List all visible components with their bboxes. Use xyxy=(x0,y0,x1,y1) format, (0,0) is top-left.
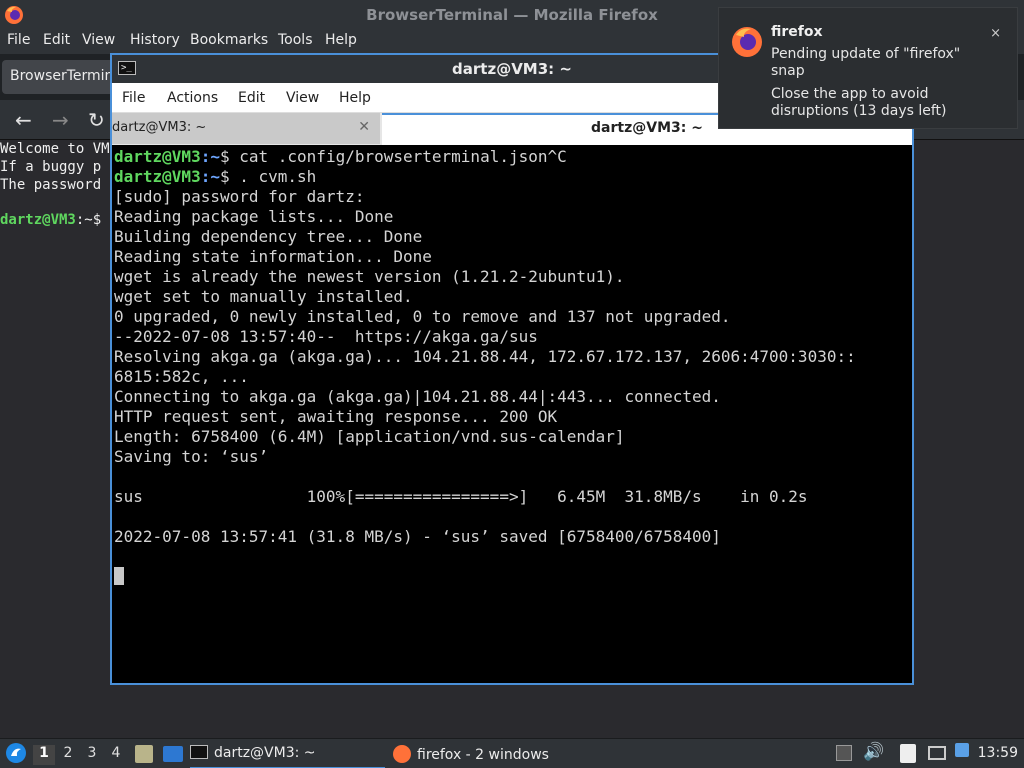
output-line: Connecting to akga.ga (akga.ga)|104.21.8… xyxy=(114,387,721,406)
menu-file[interactable]: File xyxy=(7,32,30,48)
output-line: HTTP request sent, awaiting response... … xyxy=(114,407,558,426)
output-line: --2022-07-08 13:57:40-- https://akga.ga/… xyxy=(114,327,538,346)
clock[interactable]: 13:59 xyxy=(978,745,1018,761)
output-line: 2022-07-08 13:57:41 (31.8 MB/s) - ‘sus’ … xyxy=(114,527,721,546)
prompt-user: dartz@VM3 xyxy=(114,147,201,166)
task-label: dartz@VM3: ~ xyxy=(214,745,316,761)
terminal-window[interactable]: >_ dartz@VM3: ~ File Actions Edit View H… xyxy=(110,53,914,685)
back-icon[interactable]: ← xyxy=(15,108,32,132)
workspace-1[interactable]: 1 xyxy=(33,745,55,765)
network-icon[interactable] xyxy=(928,746,946,760)
tab-close-icon[interactable]: ✕ xyxy=(358,119,370,135)
prompt-dollar: $ xyxy=(219,167,230,186)
terminal-tab-label: dartz@VM3: ~ xyxy=(112,120,207,135)
notification-line: Pending update of "firefox" xyxy=(771,46,961,62)
output-line: Building dependency tree... Done xyxy=(114,227,423,246)
output-line: wget is already the newest version (1.21… xyxy=(114,267,625,286)
start-menu-icon[interactable] xyxy=(5,742,27,764)
terminal-tab-1[interactable]: dartz@VM3: ~ ✕ xyxy=(112,113,380,144)
notification-line: snap xyxy=(771,63,805,79)
terminal-icon xyxy=(190,745,208,759)
output-line: [sudo] password for dartz: xyxy=(114,187,365,206)
file-manager-icon[interactable] xyxy=(135,745,153,763)
output-line: 6815:582c, ... xyxy=(114,367,249,386)
command-line: dartz@VM3:~$ cat .config/browserterminal… xyxy=(114,147,910,167)
notification-close-icon[interactable]: × xyxy=(990,26,1001,41)
volume-icon[interactable]: 🔊 xyxy=(863,742,884,762)
reload-icon[interactable]: ↻ xyxy=(88,108,105,132)
task-firefox[interactable]: firefox - 2 windows xyxy=(393,739,593,768)
task-terminal[interactable]: dartz@VM3: ~ xyxy=(190,739,385,768)
prompt-user: dartz@VM3 xyxy=(114,167,201,186)
notification-line: Close the app to avoid xyxy=(771,86,929,102)
term-menu-actions[interactable]: Actions xyxy=(167,90,218,106)
page-text: Welcome to VM If a buggy p The password xyxy=(0,140,110,194)
page-prompt-user: dartz@VM3 xyxy=(0,212,76,228)
terminal-tab-label: dartz@VM3: ~ xyxy=(591,120,703,136)
firefox-logo-icon xyxy=(393,745,411,763)
terminal-cursor xyxy=(114,567,124,585)
terminal-output[interactable]: dartz@VM3:~$ cat .config/browserterminal… xyxy=(112,145,912,683)
clipboard-icon[interactable] xyxy=(900,744,916,763)
menu-history[interactable]: History xyxy=(130,32,180,48)
forward-icon[interactable]: → xyxy=(52,108,69,132)
menu-help[interactable]: Help xyxy=(325,32,357,48)
firefox-logo-icon xyxy=(732,27,762,57)
term-menu-view[interactable]: View xyxy=(286,90,319,106)
page-prompt: dartz@VM3:~$ xyxy=(0,212,101,228)
show-desktop-icon[interactable] xyxy=(163,746,183,762)
output-line: sus 100%[================>] 6.45M 31.8MB… xyxy=(114,487,808,506)
output-line: Length: 6758400 (6.4M) [application/vnd.… xyxy=(114,427,625,446)
prompt-path: :~ xyxy=(200,167,220,186)
taskbar: 1 2 3 4 dartz@VM3: ~ firefox - 2 windows… xyxy=(0,738,1024,768)
output-line: Saving to: ‘sus’ xyxy=(114,447,269,466)
page-line: The password xyxy=(0,177,102,193)
page-prompt-sep: :~$ xyxy=(75,212,102,228)
command-line: dartz@VM3:~$ . cvm.sh xyxy=(114,167,910,187)
output-line: 0 upgraded, 0 newly installed, 0 to remo… xyxy=(114,307,731,326)
update-notification[interactable]: firefox × Pending update of "firefox" sn… xyxy=(718,7,1018,129)
page-line: If a buggy p xyxy=(0,159,102,175)
notification-app-name: firefox xyxy=(771,24,823,40)
output-line: Resolving akga.ga (akga.ga)... 104.21.88… xyxy=(114,347,856,366)
output-line: Reading state information... Done xyxy=(114,247,432,266)
term-menu-edit[interactable]: Edit xyxy=(238,90,265,106)
output-line: Reading package lists... Done xyxy=(114,207,394,226)
workspace-4[interactable]: 4 xyxy=(105,745,127,765)
command-text: cat .config/browserterminal.json^C xyxy=(229,147,567,166)
tray-updates-icon[interactable] xyxy=(836,745,852,761)
menu-edit[interactable]: Edit xyxy=(43,32,70,48)
command-text: . cvm.sh xyxy=(229,167,317,186)
workspace-3[interactable]: 3 xyxy=(81,745,103,765)
menu-tools[interactable]: Tools xyxy=(278,32,313,48)
notification-tray-icon[interactable] xyxy=(955,743,969,757)
task-label: firefox - 2 windows xyxy=(417,747,549,763)
workspace-2[interactable]: 2 xyxy=(57,745,79,765)
cursor-line xyxy=(114,567,910,587)
prompt-dollar: $ xyxy=(219,147,230,166)
page-line: Welcome to VM xyxy=(0,141,110,157)
notification-line: disruptions (13 days left) xyxy=(771,103,947,119)
term-menu-help[interactable]: Help xyxy=(339,90,371,106)
prompt-path: :~ xyxy=(200,147,220,166)
menu-bookmarks[interactable]: Bookmarks xyxy=(190,32,268,48)
term-menu-file[interactable]: File xyxy=(122,90,145,106)
menu-view[interactable]: View xyxy=(82,32,115,48)
output-line: wget set to manually installed. xyxy=(114,287,413,306)
